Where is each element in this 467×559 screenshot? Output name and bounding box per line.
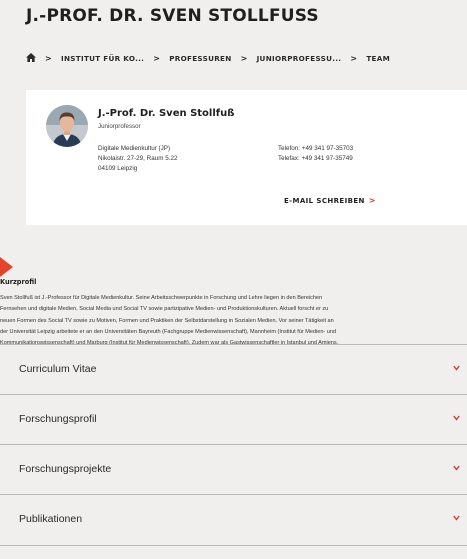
breadcrumb-separator: > — [240, 54, 248, 63]
chevron-right-icon: > — [368, 196, 376, 205]
accordion-item-publikationen[interactable]: Publikationen — [0, 494, 467, 546]
chevron-down-icon — [453, 515, 460, 521]
address-line: 04109 Leipzig — [98, 165, 138, 172]
email-button-label: E-MAIL SCHREIBEN — [284, 197, 365, 205]
contact-card: J.-Prof. Dr. Sven Stollfuß Juniorprofess… — [26, 90, 467, 225]
profile-heading: Kurzprofil — [0, 278, 37, 286]
breadcrumb-separator: > — [45, 54, 53, 63]
accordion-label: Forschungsprofil — [19, 413, 97, 425]
phone-number: Telefon: +49 341 97-35703 — [278, 145, 354, 152]
breadcrumb-item-team[interactable]: TEAM — [366, 54, 390, 63]
breadcrumb-home[interactable] — [26, 53, 36, 64]
profile-text-line: der Universität Leipzig arbeitete er an … — [0, 328, 337, 335]
address-line: Nikolaistr. 27-29, Raum 5.22 — [98, 155, 178, 162]
person-name: J.-Prof. Dr. Sven Stollfuß — [98, 108, 235, 119]
accordion-item-forschungsprofil[interactable]: Forschungsprofil — [0, 394, 467, 445]
accordion-item-curriculum-vitae[interactable]: Curriculum Vitae — [0, 344, 467, 395]
chevron-down-icon — [453, 415, 460, 421]
section-marker-arrow — [0, 254, 13, 280]
profile-text-line: Fernsehen und digitale Medien, Social Me… — [0, 306, 329, 313]
email-button[interactable]: E-MAIL SCHREIBEN > — [284, 196, 376, 205]
person-role: Juniorprofessor — [98, 123, 141, 130]
breadcrumb-item-professuren[interactable]: PROFESSUREN — [169, 54, 231, 63]
profile-text: Sven Stollfuß ist J.-Professor für Digit… — [0, 293, 467, 349]
home-icon — [26, 53, 36, 62]
address-block: Digitale Medienkultur (JP) Nikolaistr. 2… — [98, 144, 177, 174]
portrait-image — [46, 105, 88, 147]
breadcrumb-item-juniorprofessur[interactable]: JUNIORPROFESSU... — [257, 54, 342, 63]
breadcrumb-item-institut[interactable]: INSTITUT FÜR KO... — [61, 54, 144, 63]
breadcrumb-separator: > — [350, 54, 358, 63]
accordion-label: Publikationen — [19, 513, 83, 525]
accordion-label: Curriculum Vitae — [19, 363, 97, 375]
profile-text-line: neuen Formen des Social TV sowie zu Moti… — [0, 317, 334, 324]
accordion-label: Forschungsprojekte — [19, 463, 112, 475]
address-line: Digitale Medienkultur (JP) — [98, 145, 171, 152]
profile-text-line: Sven Stollfuß ist J.-Professor für Digit… — [0, 295, 323, 301]
contact-block: Telefon: +49 341 97-35703 Telefax: +49 3… — [278, 144, 353, 164]
chevron-down-icon — [453, 365, 460, 371]
fax-number: Telefax: +49 341 97-35749 — [278, 155, 353, 162]
breadcrumb: > INSTITUT FÜR KO... > PROFESSUREN > JUN… — [26, 53, 390, 64]
breadcrumb-separator: > — [153, 54, 161, 63]
avatar — [46, 105, 88, 147]
accordion-item-forschungsprojekte[interactable]: Forschungsprojekte — [0, 444, 467, 495]
chevron-down-icon — [453, 465, 460, 471]
page-title: J.-PROF. DR. SVEN STOLLFUSS — [26, 6, 319, 26]
